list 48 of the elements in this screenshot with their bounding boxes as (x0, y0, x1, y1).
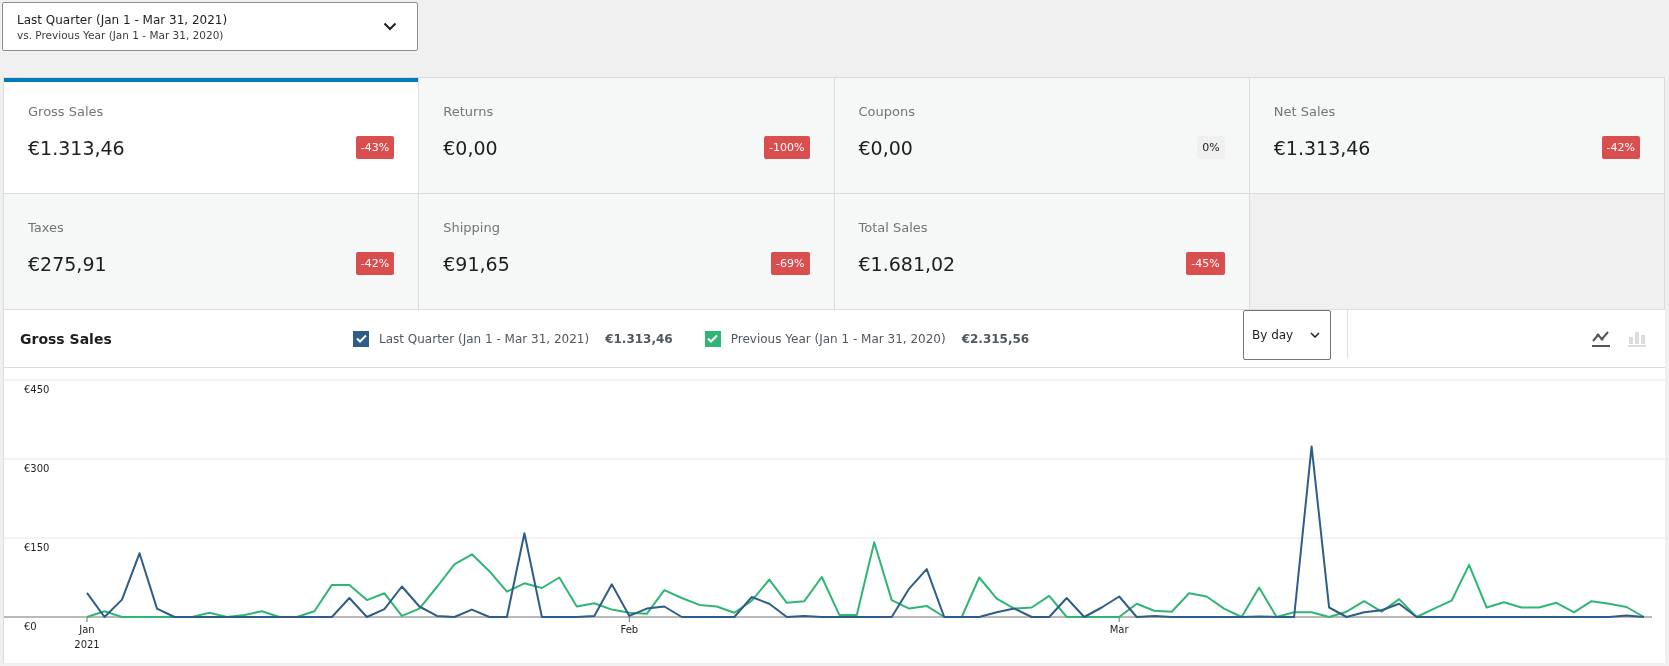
y-axis-label: €300 (24, 463, 50, 474)
chart-title: Gross Sales (20, 330, 113, 347)
y-axis-label: €150 (24, 542, 50, 553)
stat-value: €1.313,46 (1273, 136, 1371, 159)
year-label: 2021 (74, 639, 100, 650)
change-badge: -69% (771, 252, 810, 275)
stat-label: Total Sales (858, 220, 929, 235)
legend-checkbox[interactable] (704, 330, 721, 347)
x-axis-label: Jan (79, 624, 95, 635)
legend-checkbox[interactable] (353, 330, 369, 347)
chevron-down-icon (1310, 332, 1320, 338)
stat-label: Net Sales (1273, 104, 1337, 119)
change-badge: -42% (355, 252, 395, 275)
stat-label: Returns (443, 104, 495, 119)
stat-label: Shipping (443, 220, 501, 235)
stat-label: Coupons (858, 104, 916, 119)
x-axis-label: Mar (1109, 624, 1129, 635)
date-range-dropdown[interactable]: Last Quarter (Jan 1 - Mar 31, 2021) vs. Previous Year (Jan 1 - Mar 31, 2020) (2, 2, 418, 51)
change-badge: -100% (764, 136, 810, 159)
y-axis-label: €0 (24, 621, 37, 632)
chevron-down-icon (383, 22, 397, 31)
y-axis-label: €450 (24, 384, 50, 395)
line-chart-icon[interactable] (1591, 329, 1611, 348)
change-badge: -42% (1601, 136, 1640, 159)
stat-value: €91,65 (443, 252, 510, 275)
stat-value: €0,00 (858, 136, 913, 159)
stat-value: €0,00 (443, 136, 498, 159)
legend-label: Previous Year (Jan 1 - Mar 31, 2020) (730, 331, 946, 346)
interval-select[interactable]: By day (1243, 310, 1331, 360)
change-badge: -43% (355, 136, 395, 159)
stat-value: €1.313,46 (28, 136, 125, 159)
legend-total: €2.315,56 (961, 331, 1030, 346)
stat-label: Gross Sales (28, 104, 105, 119)
stat-card[interactable]: Returns €0,00 -100% (419, 78, 835, 194)
stat-value: €275,91 (28, 252, 107, 275)
change-badge: -45% (1186, 252, 1225, 275)
stat-label: Taxes (28, 220, 65, 235)
stat-card[interactable]: Total Sales €1.681,02 -45% (834, 194, 1250, 310)
change-badge: 0% (1197, 136, 1225, 159)
stat-card[interactable]: Coupons €0,00 0% (834, 78, 1250, 194)
x-axis-label: Feb (620, 624, 639, 635)
stat-value: €1.681,02 (858, 252, 956, 275)
stat-card[interactable]: Shipping €91,65 -69% (419, 194, 835, 310)
stat-card[interactable]: Net Sales €1.313,46 -42% (1249, 78, 1665, 194)
stat-card[interactable]: Gross Sales €1.313,46 -43% (4, 78, 420, 194)
stat-card[interactable]: Taxes €275,91 -42% (4, 194, 420, 310)
legend-label: Last Quarter (Jan 1 - Mar 31, 2021) (379, 331, 590, 346)
legend-total: €1.313,46 (605, 331, 673, 346)
